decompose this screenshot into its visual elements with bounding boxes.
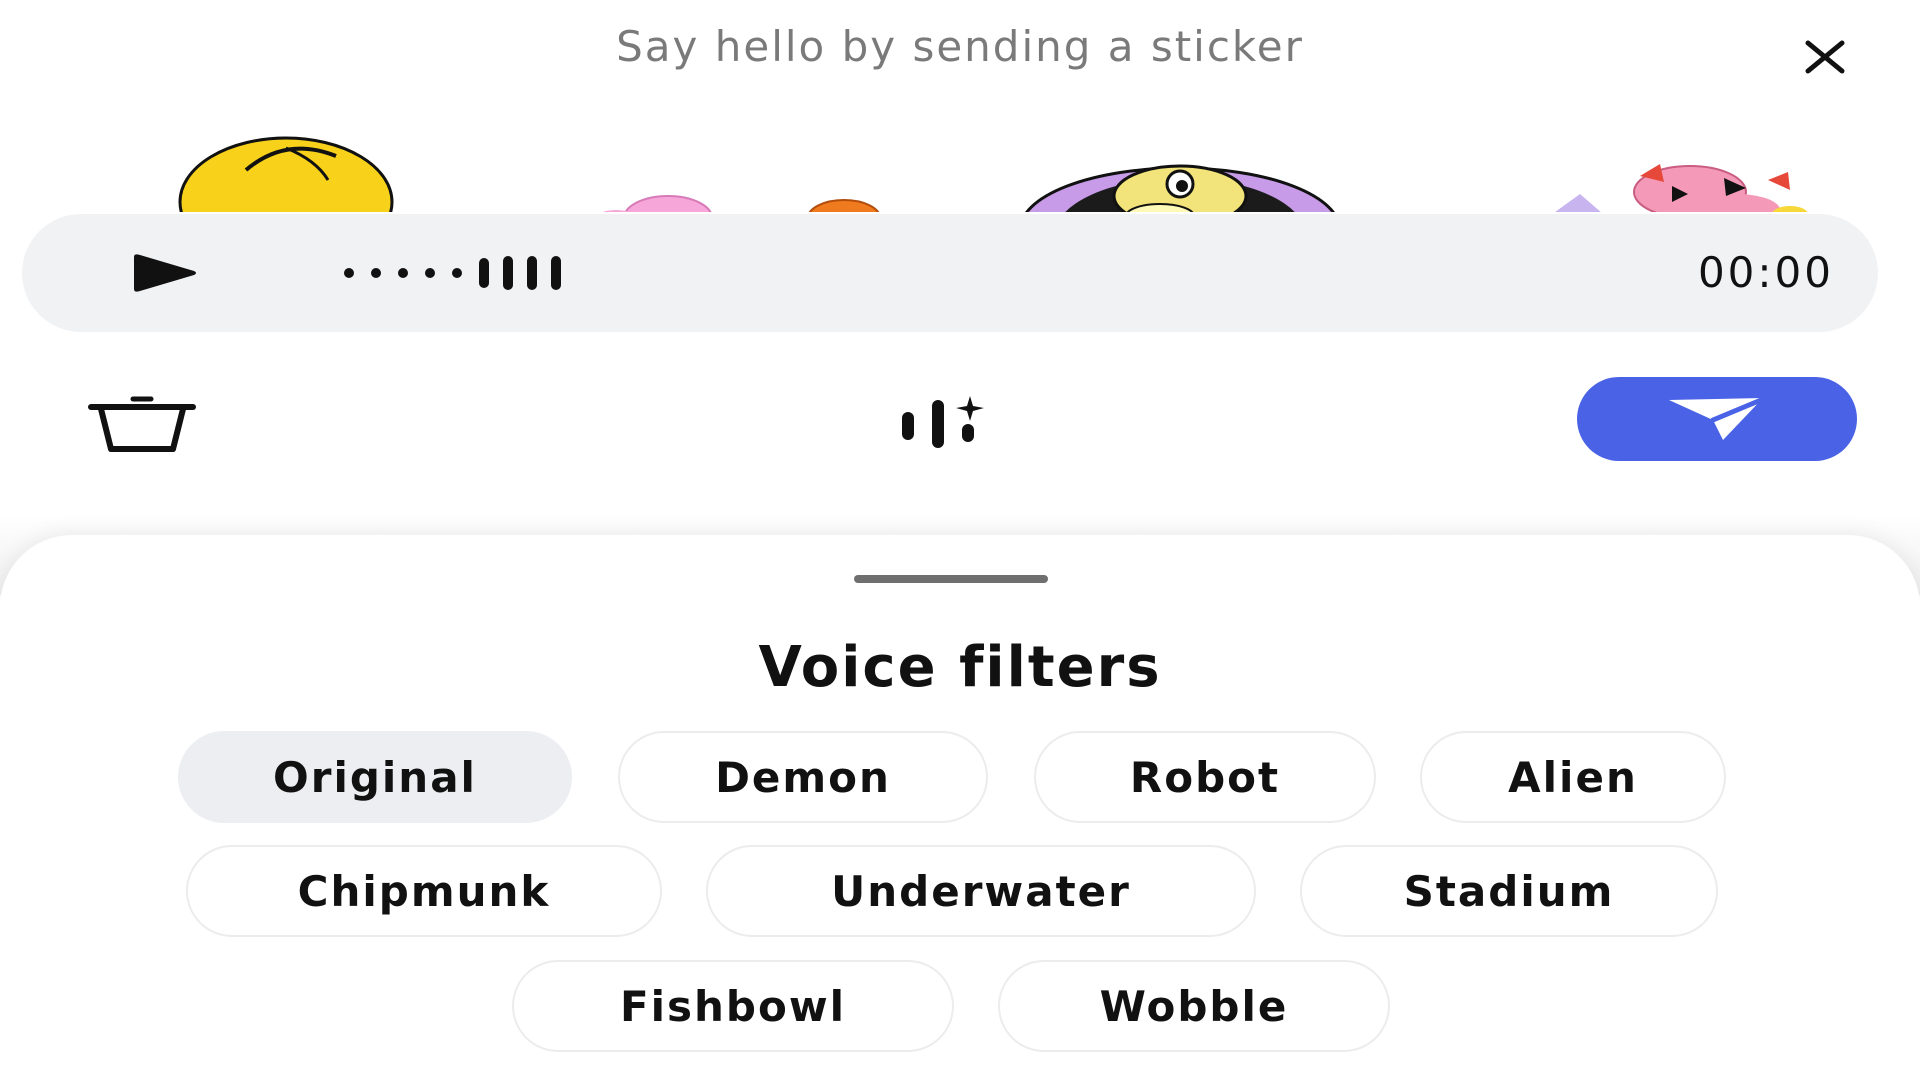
pink-creatures-sticker[interactable] [1540,158,1840,212]
voice-filter-toggle-button[interactable] [890,386,1008,462]
yellow-blob-sticker[interactable] [176,130,406,212]
voice-filters-title: Voice filters [758,635,1162,700]
play-button[interactable] [116,240,212,306]
play-icon [134,254,196,292]
filter-chip-original[interactable]: Original [178,731,572,823]
voice-filters-sheet: Voice filters Original Demon Robot Alien… [0,535,1920,1080]
filter-chip-demon[interactable]: Demon [618,731,988,823]
voice-message-player: 00:00 [22,214,1878,332]
orange-hat-sticker[interactable] [804,196,884,212]
filter-chip-stadium[interactable]: Stadium [1300,845,1718,937]
recording-timer: 00:00 [1697,248,1834,297]
header-title: Say hello by sending a sticker [616,22,1304,71]
purple-flower-face-sticker[interactable] [1010,150,1350,212]
filter-chip-chipmunk[interactable]: Chipmunk [186,845,662,937]
filter-chip-robot[interactable]: Robot [1034,731,1376,823]
sheet-drag-handle[interactable] [854,575,1048,583]
filter-chip-alien[interactable]: Alien [1420,731,1726,823]
delete-recording-button[interactable] [82,386,202,462]
filter-chip-wobble[interactable]: Wobble [998,960,1390,1052]
trash-icon [88,396,196,452]
waveform-icon [344,256,561,290]
voice-filter-sparkle-icon [902,396,984,448]
filter-chip-underwater[interactable]: Underwater [706,845,1256,937]
send-icon [1669,397,1764,440]
close-button[interactable] [1788,24,1862,90]
filter-chip-fishbowl[interactable]: Fishbowl [512,960,954,1052]
send-button[interactable] [1577,377,1857,461]
sticker-strip [0,130,1920,212]
pink-hand-sticker[interactable] [598,190,718,212]
close-icon [1805,40,1845,74]
